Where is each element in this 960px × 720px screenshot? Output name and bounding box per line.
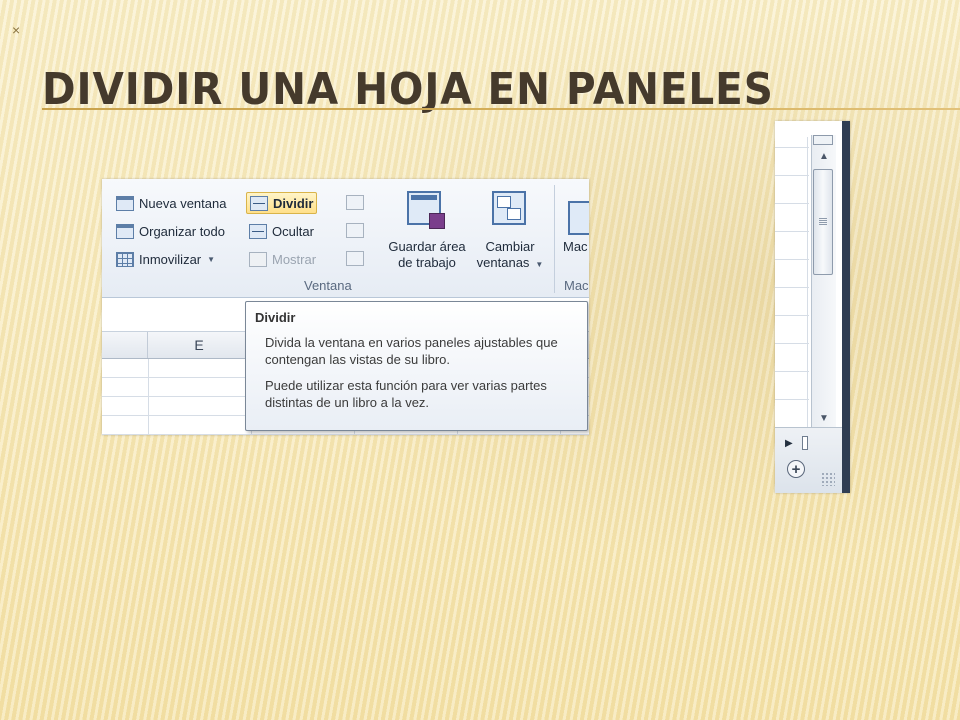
save-workspace-label-line1: Guardar área <box>388 239 466 254</box>
arrange-all-icon <box>116 223 134 239</box>
save-workspace-button[interactable]: Guardar área de trabajo <box>382 239 472 271</box>
reset-window-position-icon[interactable] <box>346 251 364 266</box>
title-underline <box>42 108 960 110</box>
save-workspace-icon[interactable] <box>407 191 445 229</box>
scroll-down-arrow-icon[interactable]: ▼ <box>815 411 833 427</box>
save-workspace-label-line2: de trabajo <box>398 255 456 270</box>
scrollbar-thumb[interactable] <box>813 169 833 275</box>
show-icon <box>249 251 267 267</box>
macros-group-label: Mac <box>564 278 589 293</box>
tab-scroll-right-icon[interactable]: ▶ <box>785 438 793 449</box>
column-header-e[interactable]: E <box>148 332 251 358</box>
add-sheet-icon[interactable]: + <box>787 460 805 478</box>
show-label: Mostrar <box>272 251 317 267</box>
show-button[interactable]: Mostrar <box>249 249 316 269</box>
new-window-button[interactable]: Nueva ventana <box>116 193 226 213</box>
hide-icon <box>249 223 267 239</box>
scrollbar-screenshot: ▲ ▼ ▶ + <box>775 121 850 493</box>
sheet-tab-bar: ▶ + <box>775 427 850 493</box>
resize-grip-icon[interactable] <box>821 472 835 486</box>
switch-windows-icon[interactable] <box>492 191 526 225</box>
new-window-label: Nueva ventana <box>139 195 227 211</box>
ribbon-window-group: Nueva ventana Organizar todo Inmovilizar… <box>102 179 589 298</box>
title-bullet-icon: × <box>12 22 21 38</box>
tooltip-paragraph: Divida la ventana en varios paneles ajus… <box>265 335 558 367</box>
grip-icon <box>819 218 827 226</box>
new-window-icon <box>116 195 134 211</box>
tab-split-handle[interactable] <box>802 436 808 450</box>
dropdown-caret-icon: ▼ <box>535 260 544 269</box>
synchronous-scrolling-icon[interactable] <box>346 223 364 238</box>
window-group-label: Ventana <box>304 278 352 293</box>
freeze-panes-button[interactable]: Inmovilizar ▼ <box>116 249 215 269</box>
split-button[interactable]: Dividir <box>246 192 318 214</box>
column-header-d[interactable]: D <box>102 332 148 358</box>
worksheet-grid[interactable] <box>775 137 809 437</box>
macros-button[interactable]: Mac <box>563 239 589 255</box>
freeze-panes-label: Inmovilizar <box>139 251 202 267</box>
split-icon <box>250 195 268 211</box>
split-label: Dividir <box>273 195 314 211</box>
split-box-handle[interactable] <box>813 135 833 145</box>
tooltip-title: Dividir <box>255 310 296 325</box>
view-side-by-side-icon[interactable] <box>346 195 364 210</box>
dropdown-caret-icon: ▼ <box>207 254 216 264</box>
switch-windows-label-line2: ventanas ▼ <box>476 255 544 270</box>
scroll-up-arrow-icon[interactable]: ▲ <box>815 149 833 165</box>
ribbon-screenshot: Nueva ventana Organizar todo Inmovilizar… <box>102 179 589 435</box>
hide-label: Ocultar <box>272 223 314 239</box>
switch-windows-button[interactable]: Cambiar ventanas ▼ <box>472 239 548 273</box>
macros-icon[interactable] <box>568 201 589 235</box>
arrange-all-label: Organizar todo <box>139 223 225 239</box>
switch-windows-label-line1: Cambiar <box>485 239 535 254</box>
group-separator <box>554 185 555 293</box>
split-tooltip: Dividir Divida la ventana en varios pane… <box>245 301 588 431</box>
arrange-all-button[interactable]: Organizar todo <box>116 221 225 241</box>
freeze-panes-icon <box>116 251 134 267</box>
hide-button[interactable]: Ocultar <box>249 221 314 241</box>
window-edge <box>842 121 850 493</box>
tooltip-paragraph: Puede utilizar esta función para ver var… <box>265 378 547 410</box>
